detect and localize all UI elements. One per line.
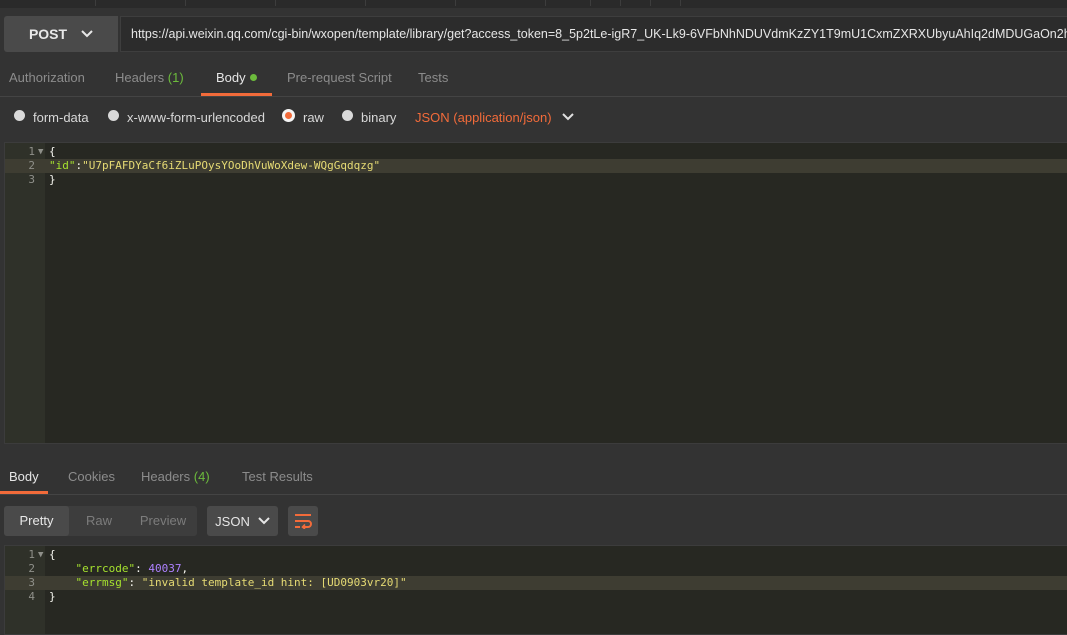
code-text: } xyxy=(49,590,56,603)
chevron-down-icon xyxy=(81,30,93,38)
json-key: "id" xyxy=(49,159,76,172)
radio-form-data[interactable]: form-data xyxy=(14,97,89,137)
radio-form-data-label: form-data xyxy=(33,109,89,125)
response-body-viewer[interactable]: 1 ▼ { 2 "errcode": 40037, 3 "errmsg": "i… xyxy=(4,545,1067,635)
tab-strip-segment[interactable] xyxy=(455,0,546,6)
code-line: 2 "errcode": 40037, xyxy=(5,562,1067,576)
raw-button[interactable]: Raw xyxy=(69,506,129,536)
code-text: "errcode": 40037, xyxy=(75,562,189,575)
tab-response-body-label: Body xyxy=(9,469,39,484)
top-tab-strip xyxy=(0,0,1067,8)
radio-circle-selected[interactable] xyxy=(282,108,295,122)
radio-urlencoded-label: x-www-form-urlencoded xyxy=(127,109,265,125)
request-body-editor[interactable]: 1 ▼ { 2 "id":"U7pFAFDYaCf6iZLuPOysYOoDhV… xyxy=(4,142,1067,444)
tab-tests-label: Tests xyxy=(418,70,449,85)
radio-raw[interactable]: raw xyxy=(282,97,324,137)
wrap-lines-button[interactable] xyxy=(288,506,318,536)
code-text: { xyxy=(49,548,56,561)
tab-response-headers-label: Headers xyxy=(141,469,191,484)
line-number: 2 xyxy=(28,562,35,575)
content-type-select[interactable]: JSON (application/json) xyxy=(415,97,574,137)
pretty-button[interactable]: Pretty xyxy=(4,506,69,536)
radio-binary[interactable]: binary xyxy=(342,97,396,137)
tab-strip-segment[interactable] xyxy=(545,0,591,6)
code-line: 4 } xyxy=(5,590,1067,604)
radio-circle[interactable] xyxy=(14,109,25,121)
line-number: 3 xyxy=(28,173,35,186)
code-text: "id":"U7pFAFDYaCf6iZLuPOysYOoDhVuWoXdew-… xyxy=(49,159,380,173)
tab-strip-segment[interactable] xyxy=(185,0,276,6)
tab-strip-segment[interactable] xyxy=(0,0,96,6)
json-string-value: "U7pFAFDYaCf6iZLuPOysYOoDhVuWoXdew-WQgGq… xyxy=(82,159,381,172)
line-number: 2 xyxy=(28,159,35,172)
tab-body[interactable]: Body xyxy=(216,60,257,96)
line-number: 1 xyxy=(28,145,35,158)
content-type-label: JSON (application/json) xyxy=(415,109,552,125)
json-number-value: 40037 xyxy=(148,562,182,575)
tab-test-results[interactable]: Test Results xyxy=(242,460,313,494)
tab-tests[interactable]: Tests xyxy=(418,60,448,96)
response-view-toggle: Pretty Raw Preview xyxy=(4,506,197,536)
fold-arrow-icon[interactable]: ▼ xyxy=(38,145,43,159)
tab-strip-segment[interactable] xyxy=(275,0,366,6)
tab-strip-segment[interactable] xyxy=(620,0,651,6)
request-tabs: Authorization Headers (1) Body Pre-reque… xyxy=(0,60,1067,97)
radio-raw-label: raw xyxy=(303,109,324,125)
wrap-lines-icon xyxy=(295,514,312,529)
radio-circle[interactable] xyxy=(108,109,119,121)
method-select[interactable]: POST xyxy=(4,16,118,52)
code-text: } xyxy=(49,173,56,186)
code-line: 1 ▼ { xyxy=(5,548,1067,562)
code-text: "errmsg": "invalid template_id hint: [UD… xyxy=(75,576,407,589)
code-line: 2 "id":"U7pFAFDYaCf6iZLuPOysYOoDhVuWoXde… xyxy=(5,159,1067,173)
json-key: "errmsg" xyxy=(75,576,129,589)
tab-cookies[interactable]: Cookies xyxy=(68,460,115,494)
tab-strip-segment[interactable] xyxy=(650,0,681,6)
code-line: 3 "errmsg": "invalid template_id hint: [… xyxy=(5,576,1067,590)
tab-headers-label: Headers xyxy=(115,70,165,85)
tab-response-headers[interactable]: Headers (4) xyxy=(141,460,210,494)
body-type-options: form-data x-www-form-urlencoded raw bina… xyxy=(0,97,1067,137)
tab-strip-segment[interactable] xyxy=(95,0,186,6)
active-tab-indicator xyxy=(0,491,48,494)
json-separator: , xyxy=(181,562,189,575)
preview-button[interactable]: Preview xyxy=(129,506,197,536)
response-headers-count-badge: (4) xyxy=(193,469,210,484)
response-format-select[interactable]: JSON xyxy=(207,506,278,536)
code-text: { xyxy=(49,145,56,158)
url-input[interactable]: https://api.weixin.qq.com/cgi-bin/wxopen… xyxy=(120,16,1067,52)
radio-circle[interactable] xyxy=(342,109,353,121)
response-format-label: JSON xyxy=(215,513,250,529)
response-tabs: Body Cookies Headers (4) Test Results xyxy=(0,460,1067,495)
json-key: "errcode" xyxy=(75,562,136,575)
tab-body-label: Body xyxy=(216,70,246,85)
tab-authorization-label: Authorization xyxy=(9,70,85,85)
tab-strip-segment[interactable] xyxy=(365,0,456,6)
tab-prerequest-script[interactable]: Pre-request Script xyxy=(287,60,392,96)
radio-binary-label: binary xyxy=(361,109,397,125)
tab-response-body[interactable]: Body xyxy=(9,460,39,494)
line-number: 3 xyxy=(28,576,35,589)
headers-count-badge: (1) xyxy=(167,70,184,85)
line-number: 1 xyxy=(28,548,35,561)
body-indicator-dot xyxy=(249,74,257,81)
editor-gutter xyxy=(5,143,45,443)
json-string-value: "invalid template_id hint: [UD0903vr20]" xyxy=(141,576,407,589)
tab-prerequest-label: Pre-request Script xyxy=(287,70,392,85)
line-number: 4 xyxy=(28,590,35,603)
code-line: 3 } xyxy=(5,173,1067,187)
chevron-down-icon xyxy=(561,113,574,121)
tab-test-results-label: Test Results xyxy=(242,469,313,484)
active-tab-indicator xyxy=(201,93,272,96)
tab-cookies-label: Cookies xyxy=(68,469,115,484)
request-bar: POST https://api.weixin.qq.com/cgi-bin/w… xyxy=(0,8,1067,60)
tab-headers[interactable]: Headers (1) xyxy=(115,60,184,96)
fold-arrow-icon[interactable]: ▼ xyxy=(38,548,43,562)
code-line: 1 ▼ { xyxy=(5,145,1067,159)
tab-authorization[interactable]: Authorization xyxy=(9,60,85,96)
radio-urlencoded[interactable]: x-www-form-urlencoded xyxy=(108,97,265,137)
method-label: POST xyxy=(28,26,68,42)
tab-strip-segment[interactable] xyxy=(590,0,621,6)
chevron-down-icon xyxy=(258,517,270,525)
